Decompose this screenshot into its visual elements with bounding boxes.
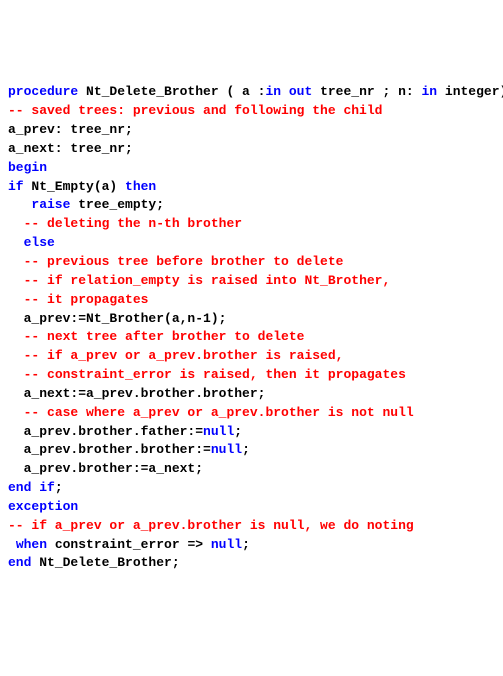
code-token: in [421,84,444,99]
code-line: when constraint_error => null; [8,536,495,555]
code-token: tree_nr ; n: [320,84,421,99]
indent [8,386,24,401]
indent [8,537,16,552]
indent [8,235,24,250]
indent [8,254,24,269]
indent [8,405,24,420]
code-token: raise [31,197,78,212]
code-line: begin [8,159,495,178]
code-token: -- case where a_prev or a_prev.brother i… [24,405,414,420]
indent [8,442,24,457]
code-line: a_prev.brother.brother:=null; [8,441,495,460]
code-token: ; [242,537,250,552]
code-line: -- case where a_prev or a_prev.brother i… [8,404,495,423]
code-token: -- it propagates [24,292,149,307]
code-line: else [8,234,495,253]
code-token: -- next tree after brother to delete [24,329,305,344]
code-line: if Nt_Empty(a) then [8,178,495,197]
code-line: end Nt_Delete_Brother; [8,554,495,573]
code-token: null [211,537,242,552]
indent [8,348,24,363]
indent [8,424,24,439]
indent [8,292,24,307]
code-line: -- if relation_empty is raised into Nt_B… [8,272,495,291]
code-token: a_prev.brother.father:= [24,424,203,439]
indent [8,461,24,476]
code-line: raise tree_empty; [8,196,495,215]
code-token: begin [8,160,47,175]
code-token: integer) [445,84,503,99]
indent [8,329,24,344]
code-token: null [211,442,242,457]
code-listing: procedure Nt_Delete_Brother ( a :in out … [8,83,495,573]
code-line: procedure Nt_Delete_Brother ( a :in out … [8,83,495,102]
code-line: a_prev: tree_nr; [8,121,495,140]
code-token: a_next: tree_nr; [8,141,133,156]
code-token: Nt_Delete_Brother; [39,555,179,570]
code-token: if [8,179,31,194]
code-token: a_prev:=Nt_Brother(a,n-1); [24,311,227,326]
code-token: a_prev.brother:=a_next; [24,461,203,476]
code-token: ; [242,442,250,457]
indent [8,367,24,382]
code-token: then [125,179,156,194]
code-line: a_prev.brother.father:=null; [8,423,495,442]
code-line: -- constraint_error is raised, then it p… [8,366,495,385]
code-token: -- if relation_empty is raised into Nt_B… [24,273,391,288]
code-token: ; [234,424,242,439]
code-token: end if [8,480,55,495]
code-token: when [16,537,55,552]
code-token: a_prev.brother.brother:= [24,442,211,457]
indent [8,216,24,231]
code-line: -- next tree after brother to delete [8,328,495,347]
indent [8,273,24,288]
code-token: end [8,555,39,570]
code-token: -- if a_prev or a_prev.brother is null, … [8,518,414,533]
code-token: a_prev: tree_nr; [8,122,133,137]
code-line: a_prev.brother:=a_next; [8,460,495,479]
code-line: -- if a_prev or a_prev.brother is raised… [8,347,495,366]
code-token: -- if a_prev or a_prev.brother is raised… [24,348,344,363]
code-token: -- deleting the n-th brother [24,216,242,231]
indent [8,311,24,326]
code-token: tree_empty; [78,197,164,212]
code-token: a_next:=a_prev.brother.brother; [24,386,266,401]
code-line: a_next:=a_prev.brother.brother; [8,385,495,404]
code-line: -- previous tree before brother to delet… [8,253,495,272]
code-line: -- deleting the n-th brother [8,215,495,234]
code-token: Nt_Empty(a) [31,179,125,194]
code-line: -- if a_prev or a_prev.brother is null, … [8,517,495,536]
code-token: -- previous tree before brother to delet… [24,254,344,269]
code-token: exception [8,499,78,514]
code-line: -- it propagates [8,291,495,310]
code-line: end if; [8,479,495,498]
code-line: a_prev:=Nt_Brother(a,n-1); [8,310,495,329]
code-token: else [24,235,55,250]
code-token: constraint_error => [55,537,211,552]
code-token: -- constraint_error is raised, then it p… [24,367,406,382]
code-line: exception [8,498,495,517]
indent [8,197,31,212]
code-token: procedure [8,84,86,99]
code-token: Nt_Delete_Brother ( a : [86,84,265,99]
code-token: ; [55,480,63,495]
code-line: -- saved trees: previous and following t… [8,102,495,121]
code-line: a_next: tree_nr; [8,140,495,159]
code-token: in out [265,84,320,99]
code-token: -- saved trees: previous and following t… [8,103,382,118]
code-token: null [203,424,234,439]
